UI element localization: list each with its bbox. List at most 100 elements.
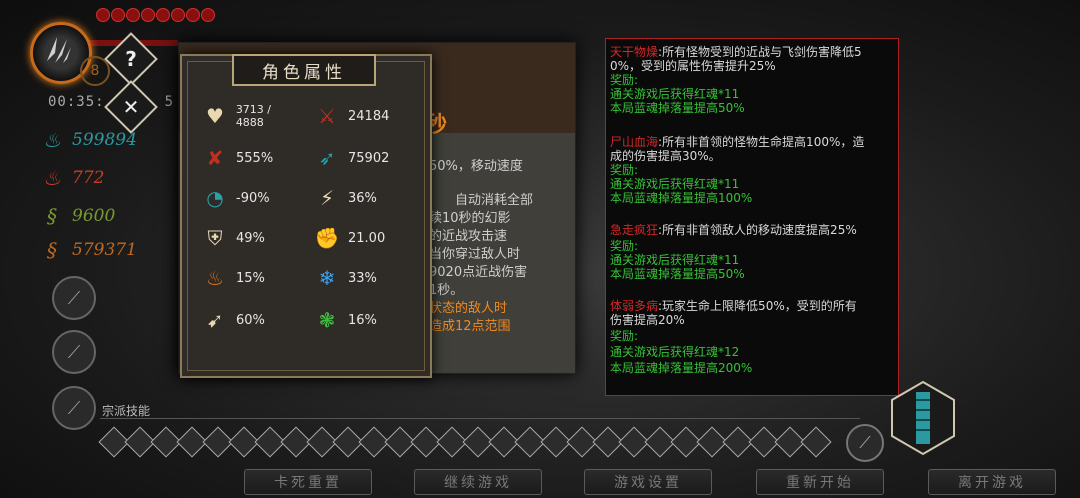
attr-ice-resist: ❄ 33%: [314, 260, 414, 296]
coin-label: 8: [90, 63, 100, 79]
continue-game-button[interactable]: 继续游戏: [414, 469, 542, 495]
shield-break-icon: ⚡: [319, 186, 335, 210]
modifier-name: 尸山血海: [610, 135, 659, 149]
cooldown-icon: ◔: [206, 186, 224, 210]
skill-slot[interactable]: ⟋: [52, 276, 96, 320]
attr-value: 15%: [236, 270, 265, 286]
attr-health: ♥ 3713 / 4888: [202, 98, 302, 134]
damage-reduction-icon: ✊: [314, 226, 340, 250]
attr-row: ♨ 15% ❄ 33%: [202, 260, 412, 296]
modifier-desc: :玩家生命上限降低50%，受到的所有: [658, 299, 857, 313]
modifier-reward: 通关游戏后获得红魂*12: [610, 345, 740, 359]
restart-button[interactable]: 重新开始: [756, 469, 884, 495]
attr-value: -90%: [236, 190, 270, 206]
armor-shield-icon: ⛨: [207, 226, 223, 250]
skill-slot[interactable]: ⟋: [52, 386, 96, 430]
sword-emblem-icon[interactable]: [888, 380, 958, 456]
game-settings-button[interactable]: 游戏设置: [584, 469, 712, 495]
card-line: 50%，移动速度: [429, 159, 523, 174]
modifier-name: 急走疯狂: [610, 223, 659, 237]
claw-icon: ⟋: [67, 397, 81, 419]
modifier-reward: 本局蓝魂掉落量提高50%: [610, 101, 745, 115]
skill-icon[interactable]: [800, 426, 832, 458]
modifier-title-line: 天干物燥:所有怪物受到的近战与飞剑伤害降低5: [610, 45, 862, 59]
game-timer: 00:35: 5: [48, 94, 174, 110]
red-flame-icon: ♨: [43, 166, 61, 190]
attr-ranged-attack: ➶ 75902: [314, 140, 414, 176]
stuck-reset-button[interactable]: 卡死重置: [244, 469, 372, 495]
modifier-reward: 通关游戏后获得红魂*11: [610, 253, 740, 267]
modifier-reward: 本局蓝魂掉落量提高50%: [610, 267, 745, 281]
sect-skills-label: 宗派技能: [102, 404, 151, 418]
resource-value: 599894: [72, 130, 137, 150]
modifier-desc: :所有非首领敌人的移动速度提高25%: [658, 223, 857, 237]
attr-poison-resist: ❃ 16%: [314, 302, 414, 338]
fire-resist-icon: ♨: [206, 266, 224, 290]
attributes-title: 角色属性: [232, 54, 376, 86]
resource-red-souls: ♨ 772: [42, 166, 104, 190]
modifier-title-line: 急走疯狂:所有非首领敌人的移动速度提高25%: [610, 223, 857, 237]
health-orb: [126, 8, 140, 22]
health-orb: [156, 8, 170, 22]
modifier-reward-label: 奖励:: [610, 73, 639, 87]
heart-icon: ♥: [205, 104, 224, 128]
health-orb: [96, 8, 110, 22]
attr-value: 21.00: [348, 230, 386, 246]
modifier-reward: 通关游戏后获得红魂*11: [610, 87, 740, 101]
blue-flame-icon: ♨: [43, 128, 61, 152]
resource-orange: § 579371: [42, 238, 137, 262]
modifier-title-line: 体弱多病:玩家生命上限降低50%，受到的所有: [610, 299, 857, 313]
attr-melee-attack: ⚔ 24184: [314, 98, 414, 134]
orange-swirl-icon: §: [47, 238, 57, 262]
modifier-desc: :所有怪物受到的近战与飞剑伤害降低5: [658, 45, 862, 59]
claw-icon: [47, 37, 71, 63]
modifier-desc-2: 伤害提高20%: [610, 313, 685, 327]
attr-row: ◔ -90% ⚡ 36%: [202, 180, 412, 216]
difficulty-modifiers-panel: 天干物燥:所有怪物受到的近战与飞剑伤害降低5 0%，受到的属性伤害提升25% 奖…: [605, 38, 899, 396]
ranged-attack-icon: ➶: [318, 146, 336, 170]
resource-value: 772: [72, 168, 105, 188]
card-line: 自动消耗全部: [455, 193, 534, 208]
resource-value: 579371: [72, 240, 137, 260]
modifier-reward: 本局蓝魂掉落量提高100%: [610, 191, 753, 205]
card-line: 造成12点范围: [429, 319, 511, 334]
attr-value: 24184: [348, 108, 390, 124]
modifier-desc: :所有非首领的怪物生命提高100%，造: [658, 135, 865, 149]
green-swirl-icon: §: [47, 204, 57, 228]
attr-row: ✘ 555% ➶ 75902: [202, 140, 412, 176]
claw-icon: ⟋: [67, 341, 81, 363]
resource-green: § 9600: [42, 204, 115, 228]
modifier-reward-label: 奖励:: [610, 163, 639, 177]
claw-icon: ⟋: [67, 287, 81, 309]
leave-game-button[interactable]: 离开游戏: [928, 469, 1056, 495]
attr-value: 16%: [348, 312, 377, 328]
crit-sword-icon: ✘: [206, 146, 224, 170]
claw-icon: ⟋: [859, 433, 871, 452]
character-attributes-panel: 角色属性 ♥ 3713 / 4888 ⚔ 24184 ✘ 555% ➶ 75902 ◔ -…: [180, 54, 432, 378]
card-line: 9020点近战伤害: [429, 265, 528, 280]
health-orb: [171, 8, 185, 22]
modifier-title-line: 尸山血海:所有非首领的怪物生命提高100%，造: [610, 135, 864, 149]
modifier-reward-label: 奖励:: [610, 239, 639, 253]
move-speed-icon: ➹: [206, 308, 224, 332]
health-orb: [141, 8, 155, 22]
poison-resist-icon: ❃: [318, 308, 336, 332]
divider: [100, 418, 860, 419]
modifier-reward: 通关游戏后获得红魂*11: [610, 177, 740, 191]
card-line: 的近战攻击速: [429, 229, 508, 244]
attr-row: ♥ 3713 / 4888 ⚔ 24184: [202, 98, 412, 134]
attr-crit-damage: ✘ 555%: [202, 140, 302, 176]
modifier-desc-2: 0%，受到的属性伤害提升25%: [610, 59, 776, 73]
skill-slot[interactable]: ⟋: [52, 330, 96, 374]
health-orbs: [96, 8, 215, 26]
attr-value: 75902: [348, 150, 390, 166]
card-line: 状态的敌人时: [429, 301, 508, 316]
modifier-reward-label: 奖励:: [610, 329, 639, 343]
sword-attack-icon: ⚔: [318, 104, 336, 128]
weapon-switch-button[interactable]: ⟋: [846, 424, 884, 462]
resource-blue-souls: ♨ 599894: [42, 128, 137, 152]
timer-tail: 5: [164, 94, 175, 110]
attr-value: 49%: [236, 230, 265, 246]
attr-cooldown: ◔ -90%: [202, 180, 302, 216]
skill-bar: [98, 426, 832, 458]
